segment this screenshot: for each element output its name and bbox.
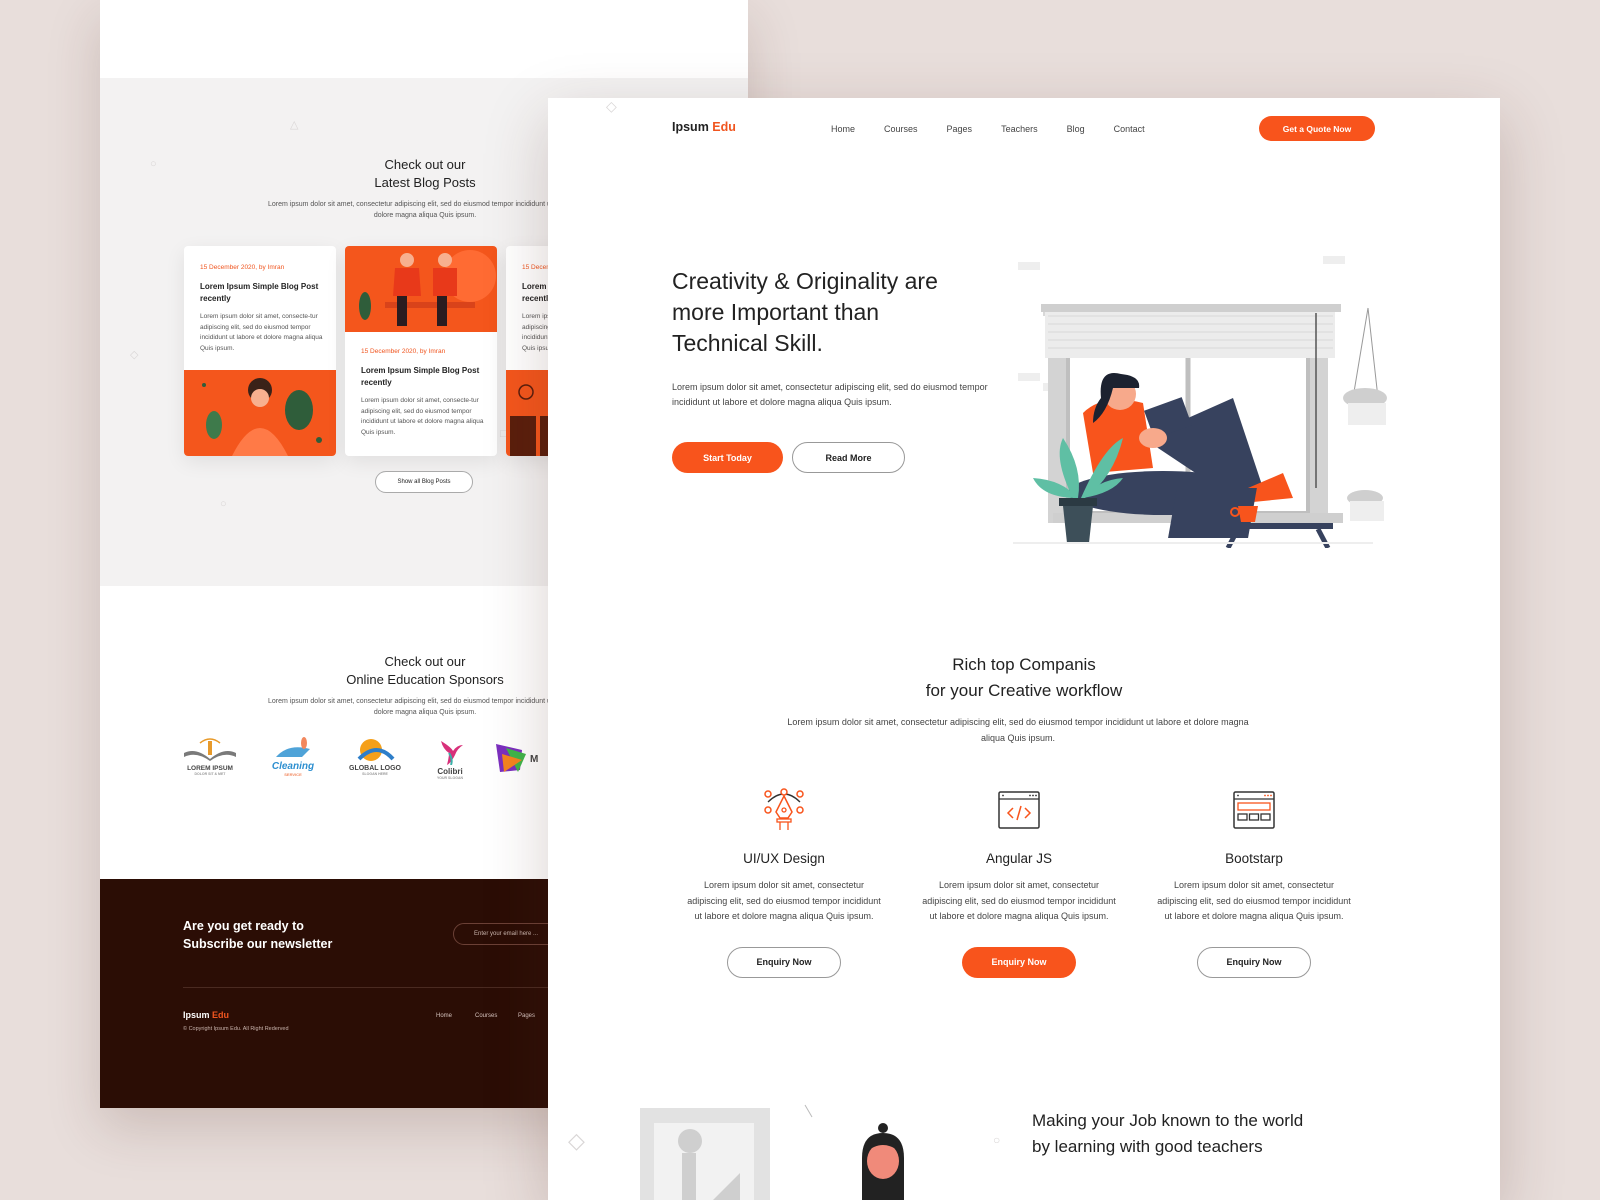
enquiry-now-button[interactable]: Enquiry Now bbox=[962, 946, 1076, 978]
blog-card-meta: 15 December 2020, by Imran bbox=[361, 348, 446, 355]
companies-subtitle: Lorem ipsum dolor sit amet, consectetur … bbox=[787, 717, 1249, 743]
hummingbird-icon bbox=[441, 741, 463, 766]
sponsor-logo-colibri[interactable]: Colibri YOUR SLOGAN bbox=[425, 737, 475, 780]
sponsor-logo-global[interactable]: GLOBAL LOGO SLOGAN HERE bbox=[340, 737, 410, 776]
enquiry-now-button[interactable]: Enquiry Now bbox=[727, 946, 841, 978]
decor-triangle-icon: △ bbox=[290, 119, 299, 131]
globe-logo-icon bbox=[357, 739, 395, 761]
decor-diamond-icon: ◇ bbox=[606, 98, 617, 114]
feature-title: Angular JS bbox=[985, 851, 1053, 866]
footer-nav-courses[interactable]: Courses bbox=[475, 1013, 497, 1019]
front-page-preview: ◇ ◇ ○ Ipsum Edu Home Courses Pages Teach… bbox=[548, 98, 1500, 1200]
feature-title: UI/UX Design bbox=[743, 851, 825, 866]
decor-diamond-icon: ◇ bbox=[130, 349, 139, 361]
sponsor-logo-lorem-ipsum[interactable]: LOREM IPSUM DOLOR SIT & MET bbox=[180, 737, 240, 776]
start-today-button[interactable]: Start Today bbox=[672, 442, 783, 473]
main-nav: Home Courses Pages Teachers Blog Contact bbox=[831, 124, 1174, 134]
copyright-text: © Copyright Ipsum Edu. All Right Rederve… bbox=[183, 1026, 289, 1032]
blog-card-image bbox=[184, 370, 336, 456]
blog-card[interactable]: 15 December 2020, by Imran Lorem Ipsum S… bbox=[345, 246, 497, 456]
sponsor-logo-cleaning[interactable]: Cleaning SERVICE bbox=[263, 737, 323, 777]
footer-nav-home[interactable]: Home bbox=[436, 1013, 452, 1019]
nav-teachers[interactable]: Teachers bbox=[1001, 124, 1038, 134]
footer-nav-pages[interactable]: Pages bbox=[518, 1013, 535, 1019]
play-gradient-icon bbox=[496, 744, 526, 772]
pen-tool-icon bbox=[764, 788, 804, 830]
cleaning-bird-icon bbox=[276, 737, 310, 757]
blog-card-text: Lorem ipsum dolor sit amet, consecte-tur… bbox=[361, 397, 484, 436]
sponsor-logo-m[interactable]: M bbox=[492, 740, 552, 778]
feature-card-angular: Angular JS Lorem ipsum dolor sit amet, c… bbox=[919, 788, 1119, 978]
woman-illustration-icon bbox=[202, 378, 322, 456]
feature-text: Lorem ipsum dolor sit amet, consectetur … bbox=[687, 880, 881, 921]
companies-heading: Rich top Companis for your Creative work… bbox=[925, 655, 1123, 700]
feature-text: Lorem ipsum dolor sit amet, consectetur … bbox=[1157, 880, 1351, 921]
nav-courses[interactable]: Courses bbox=[884, 124, 918, 134]
get-quote-button[interactable]: Get a Quote Now bbox=[1259, 116, 1375, 141]
blog-card-text: Lorem ipsum dolor sit amet, consecte-tur… bbox=[200, 313, 323, 352]
blog-card-title[interactable]: Lorem Ipsum Simple Blog Post recently bbox=[200, 281, 325, 305]
blog-card-image bbox=[345, 246, 497, 332]
hero-title: Creativity & Originality are more Import… bbox=[672, 268, 938, 356]
nav-blog[interactable]: Blog bbox=[1067, 124, 1085, 134]
feature-card-bootstrap: Bootstarp Lorem ipsum dolor sit amet, co… bbox=[1154, 788, 1354, 978]
blog-card-title[interactable]: Lorem Ipsum Simple Blog Post recently bbox=[361, 365, 486, 389]
decor-circle-icon: ○ bbox=[993, 1133, 1001, 1147]
hero-description: Lorem ipsum dolor sit amet, consectetur … bbox=[672, 382, 988, 407]
footer-logo[interactable]: Ipsum Edu bbox=[183, 1010, 229, 1020]
feature-card-uiux: UI/UX Design Lorem ipsum dolor sit amet,… bbox=[684, 788, 884, 978]
nav-pages[interactable]: Pages bbox=[947, 124, 973, 134]
blog-card-meta: 15 December 2020, by Imran bbox=[200, 264, 285, 271]
friends-illustration-icon bbox=[359, 250, 496, 326]
teacher-illustration bbox=[640, 1104, 904, 1200]
show-all-blog-posts-button[interactable]: Show all Blog Posts bbox=[375, 471, 473, 493]
newsletter-heading: Are you get ready to Subscribe our newsl… bbox=[183, 919, 333, 951]
feature-title: Bootstarp bbox=[1225, 851, 1283, 866]
blog-card[interactable]: 15 December 2020, by Imran Lorem Ipsum S… bbox=[184, 246, 336, 456]
decor-circle-icon: ○ bbox=[220, 498, 227, 510]
reading-woman-illustration bbox=[1013, 256, 1387, 548]
open-book-icon bbox=[184, 738, 236, 761]
enquiry-now-button[interactable]: Enquiry Now bbox=[1197, 946, 1311, 978]
decor-diamond-icon: ◇ bbox=[568, 1128, 585, 1153]
code-window-icon bbox=[998, 791, 1040, 829]
nav-home[interactable]: Home bbox=[831, 124, 855, 134]
feature-text: Lorem ipsum dolor sit amet, consectetur … bbox=[922, 880, 1116, 921]
layout-window-icon bbox=[1233, 791, 1275, 829]
nav-contact[interactable]: Contact bbox=[1114, 124, 1145, 134]
site-logo[interactable]: Ipsum Edu bbox=[672, 120, 736, 134]
teachers-heading: Making your Job known to the world by le… bbox=[1032, 1111, 1304, 1156]
read-more-button[interactable]: Read More bbox=[792, 442, 905, 473]
